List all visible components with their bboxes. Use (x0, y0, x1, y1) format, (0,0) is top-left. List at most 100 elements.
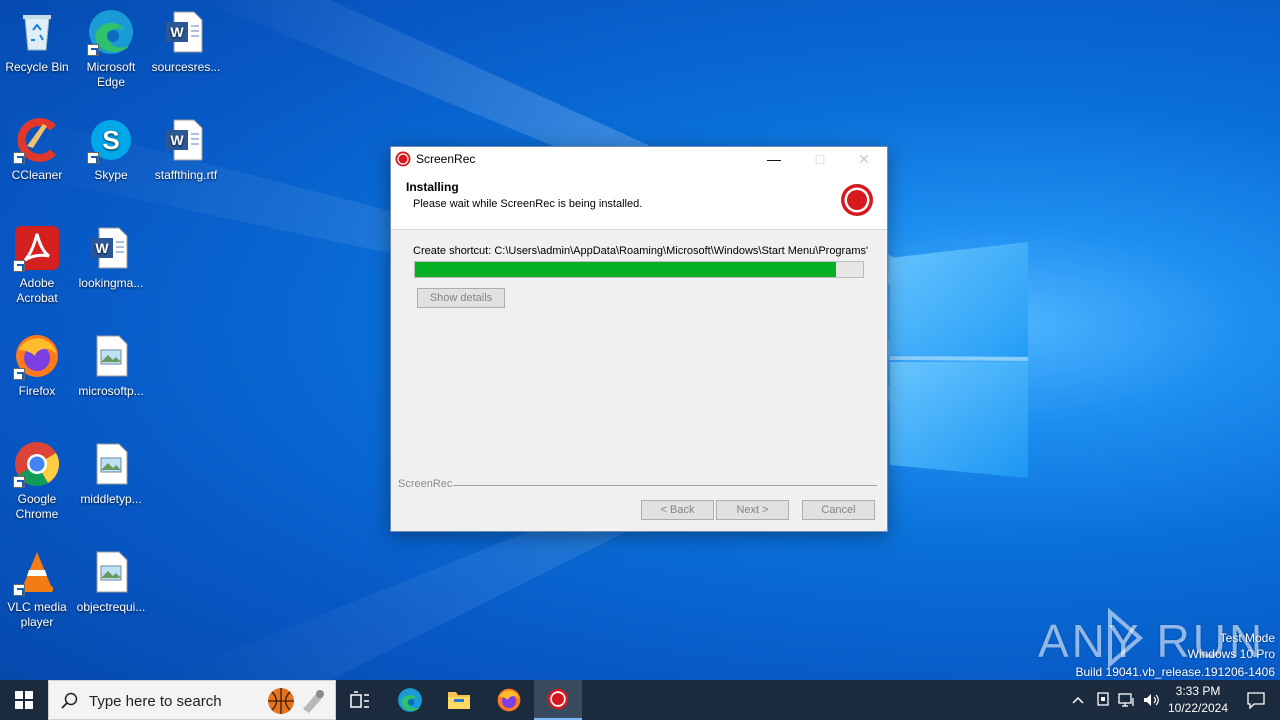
skype-icon: S (87, 116, 135, 164)
svg-text:W: W (170, 24, 184, 40)
desktop-icon-skype[interactable]: S Skype (74, 116, 148, 183)
taskbar-firefox[interactable] (485, 680, 533, 720)
desktop-icon-label: lookingma... (78, 276, 144, 290)
desktop-icon-lookingma[interactable]: W lookingma... (74, 224, 148, 291)
install-status-text: Create shortcut: C:\Users\admin\AppData\… (413, 245, 869, 257)
start-button[interactable] (0, 680, 48, 720)
desktop-icon-ccleaner[interactable]: CCleaner (0, 116, 74, 183)
desktop-icon-recycle-bin[interactable]: Recycle Bin (0, 8, 74, 75)
image-file-icon (87, 332, 135, 380)
minimize-icon: — (767, 151, 781, 167)
header-subtitle: Please wait while ScreenRec is being ins… (413, 198, 643, 210)
taskbar-file-explorer[interactable] (435, 680, 483, 720)
tray-device-button[interactable] (1092, 680, 1114, 720)
vlc-icon (13, 548, 61, 596)
clock-date: 10/22/2024 (1167, 701, 1229, 715)
title-bar[interactable]: ScreenRec — □ ✕ (391, 147, 887, 171)
maximize-icon: □ (815, 151, 825, 167)
task-view-button[interactable] (336, 680, 384, 720)
minimize-button[interactable]: — (751, 147, 797, 171)
installer-header: Installing Please wait while ScreenRec i… (391, 171, 887, 230)
firefox-icon (13, 332, 61, 380)
next-button[interactable]: Next > (716, 500, 789, 520)
desktop-icon-firefox[interactable]: Firefox (0, 332, 74, 399)
windows-start-icon (15, 691, 33, 709)
image-file-icon (87, 440, 135, 488)
build-text: Build 19041.vb_release.191206-1406 (1075, 665, 1276, 679)
edge-icon (398, 688, 422, 712)
svg-text:W: W (170, 132, 184, 148)
task-view-icon (350, 691, 369, 708)
desktop-icon-middletyp[interactable]: middletyp... (74, 440, 148, 507)
show-details-button[interactable]: Show details (417, 288, 505, 308)
taskbar-search-box[interactable]: Type here to search (48, 680, 336, 720)
desktop-icon-label: staffthing.rtf (154, 168, 218, 182)
desktop-icon-label: Adobe Acrobat (16, 276, 58, 305)
clock-time: 3:33 PM (1175, 684, 1221, 698)
close-button[interactable]: ✕ (841, 147, 887, 171)
brand-divider (453, 485, 877, 486)
notification-icon (1247, 692, 1265, 709)
word-document-icon: W (162, 8, 210, 56)
taskbar-edge[interactable] (386, 680, 434, 720)
word-document-icon: W (162, 116, 210, 164)
search-placeholder: Type here to search (89, 693, 222, 710)
chevron-up-icon (1072, 696, 1084, 704)
brand-label: ScreenRec (398, 478, 453, 490)
network-icon (1118, 693, 1134, 707)
windows-edition-text: Windows 10 Pro (1187, 647, 1275, 661)
chrome-icon (13, 440, 61, 488)
install-progress-bar (414, 261, 864, 278)
device-icon (1097, 692, 1109, 706)
test-mode-text: Test Mode (1219, 631, 1275, 645)
image-file-icon (87, 548, 135, 596)
desktop-icon-chrome[interactable]: Google Chrome (0, 440, 74, 522)
desktop-icon-label: sourcesres... (151, 60, 221, 74)
desktop-icon-acrobat[interactable]: Adobe Acrobat (0, 224, 74, 306)
taskbar-screenrec[interactable] (534, 680, 582, 720)
desktop-icon-vlc[interactable]: VLC media player (0, 548, 74, 630)
tray-volume-button[interactable] (1140, 680, 1162, 720)
word-document-icon: W (87, 224, 135, 272)
close-icon: ✕ (858, 151, 870, 167)
header-title: Installing (406, 180, 459, 194)
file-explorer-icon (448, 692, 470, 709)
show-hidden-icons-button[interactable] (1066, 680, 1090, 720)
desktop-icon-edge[interactable]: Microsoft Edge (74, 8, 148, 90)
maximize-button[interactable]: □ (797, 147, 843, 171)
desktop-icon-label: Google Chrome (15, 492, 59, 521)
cancel-button[interactable]: Cancel (802, 500, 875, 520)
desktop-icon-label: VLC media player (7, 600, 67, 629)
desktop-icon-label: objectrequi... (76, 600, 146, 614)
install-progress-fill (415, 262, 837, 277)
search-icon (61, 692, 78, 709)
desktop-icon-microsoftp[interactable]: microsoftp... (74, 332, 148, 399)
desktop-icon-sourcesres[interactable]: W sourcesres... (149, 8, 223, 75)
recycle-bin-icon (13, 8, 61, 56)
notifications-button[interactable] (1232, 680, 1280, 720)
tray-network-button[interactable] (1116, 680, 1138, 720)
svg-text:S: S (102, 125, 119, 155)
desktop-icon-label: Recycle Bin (5, 60, 69, 74)
edge-icon (87, 8, 135, 56)
desktop-icon-label: Microsoft Edge (86, 60, 136, 89)
installer-window: ScreenRec — □ ✕ Installing Please wait w… (390, 146, 888, 532)
taskbar: Type here to search 3:33 PM 10/22/2024 (0, 680, 1280, 720)
screenrec-app-icon (395, 151, 411, 167)
desktop-icon-staffthing[interactable]: W staffthing.rtf (149, 116, 223, 183)
search-highlight-icon (268, 688, 324, 714)
desktop-icon-label: CCleaner (11, 168, 63, 182)
desktop-icon-label: middletyp... (80, 492, 142, 506)
desktop-icon-label: Skype (94, 168, 128, 182)
back-button[interactable]: < Back (641, 500, 714, 520)
volume-icon (1144, 694, 1159, 706)
desktop-icon-objectrequi[interactable]: objectrequi... (74, 548, 148, 615)
taskbar-clock[interactable]: 3:33 PM 10/22/2024 (1160, 680, 1236, 720)
firefox-icon (497, 688, 521, 712)
screenrec-logo-icon (841, 184, 873, 216)
window-title: ScreenRec (416, 152, 476, 166)
desktop-icon-label: microsoftp... (78, 384, 144, 398)
ccleaner-icon (13, 116, 61, 164)
screenrec-app-icon (547, 688, 569, 710)
svg-text:W: W (95, 240, 109, 256)
